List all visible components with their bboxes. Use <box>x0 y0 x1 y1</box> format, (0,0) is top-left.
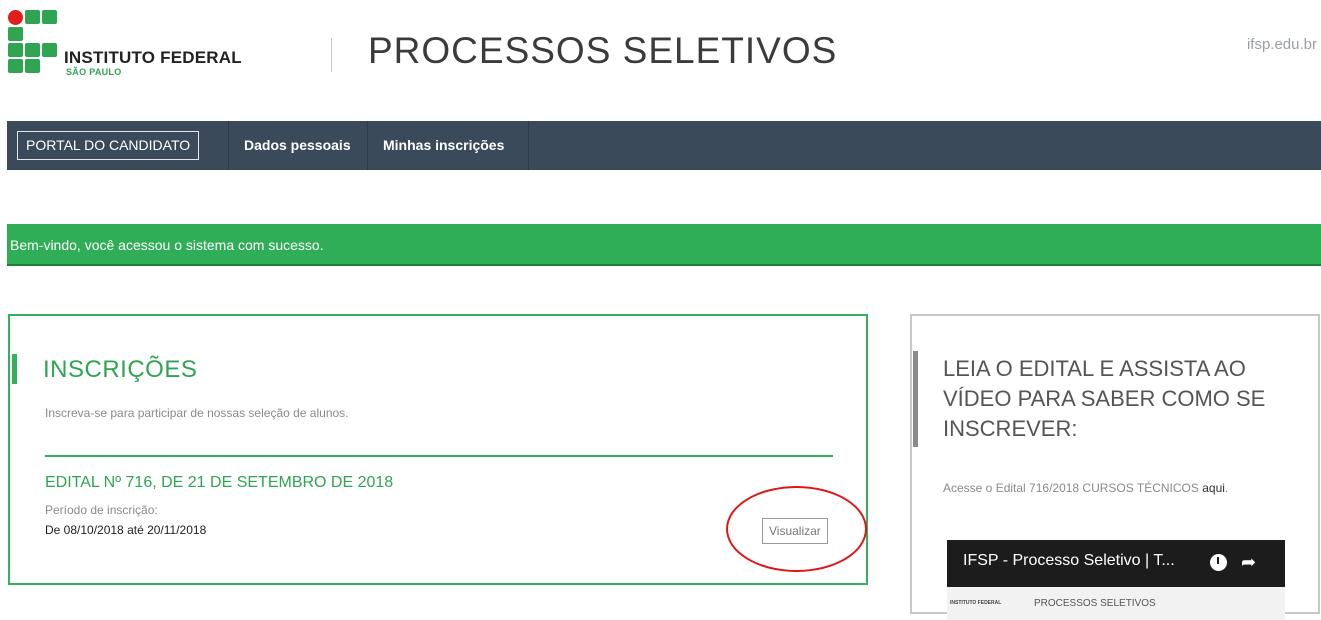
nav-separator <box>528 121 529 170</box>
edital-note: Acesse o Edital 716/2018 CURSOS TÉCNICOS… <box>943 481 1228 495</box>
page-title: PROCESSOS SELETIVOS <box>368 30 838 71</box>
nav-portal-candidato[interactable]: PORTAL DO CANDIDATO <box>17 131 200 160</box>
video-thumbnail[interactable]: INSTITUTO FEDERAL PROCESSOS SELETIVOS <box>947 587 1285 620</box>
logo-title: INSTITUTO FEDERAL <box>64 48 242 67</box>
success-alert: Bem-vindo, você acessou o sistema com su… <box>7 224 1321 266</box>
inscricoes-panel: INSCRIÇÕES Inscreva-se para participar d… <box>8 314 868 585</box>
nav-item-minhas-inscricoes[interactable]: Minhas inscrições <box>368 121 519 170</box>
thumb-title: PROCESSOS SELETIVOS <box>1034 598 1156 609</box>
section-accent-bar <box>12 354 17 384</box>
edital-note-end: . <box>1224 481 1229 495</box>
video-panel-title: LEIA O EDITAL E ASSISTA AO VÍDEO PARA SA… <box>943 356 1266 441</box>
inscricoes-title: INSCRIÇÕES <box>43 356 198 383</box>
header-divider <box>331 38 332 72</box>
edital-link[interactable]: aqui <box>1202 481 1225 495</box>
video-panel: LEIA O EDITAL E ASSISTA AO VÍDEO PARA SA… <box>910 314 1320 620</box>
ifsp-logo[interactable]: INSTITUTO FEDERAL SÃO PAULO <box>8 10 258 77</box>
edital-title: EDITAL Nº 716, DE 21 DE SETEMBRO DE 2018 <box>45 474 394 491</box>
section-divider <box>45 455 833 457</box>
periodo-value: De 08/10/2018 até 20/11/2018 <box>45 523 207 537</box>
video-title[interactable]: IFSP - Processo Seletivo | T... <box>963 552 1175 570</box>
thumb-logo-text: INSTITUTO FEDERAL <box>950 600 1002 606</box>
periodo-label: Período de inscrição: <box>45 503 158 517</box>
visualizar-button[interactable]: Visualizar <box>762 518 828 544</box>
section-accent-bar <box>913 351 918 447</box>
inscricoes-lead: Inscreva-se para participar de nossas se… <box>45 406 349 420</box>
edital-note-text: Acesse o Edital 716/2018 CURSOS TÉCNICOS <box>943 481 1203 495</box>
nav-item-dados-pessoais[interactable]: Dados pessoais <box>229 121 366 170</box>
site-link[interactable]: ifsp.edu.br <box>1247 36 1317 53</box>
watch-later-icon[interactable] <box>1210 554 1227 571</box>
main-nav: PORTAL DO CANDIDATO Dados pessoais Minha… <box>7 121 1321 170</box>
share-icon[interactable]: ➦ <box>1241 552 1256 573</box>
logo-subtitle: SÃO PAULO <box>66 67 122 77</box>
video-embed[interactable]: IFSP - Processo Seletivo | T... ➦ INSTIT… <box>947 540 1285 620</box>
